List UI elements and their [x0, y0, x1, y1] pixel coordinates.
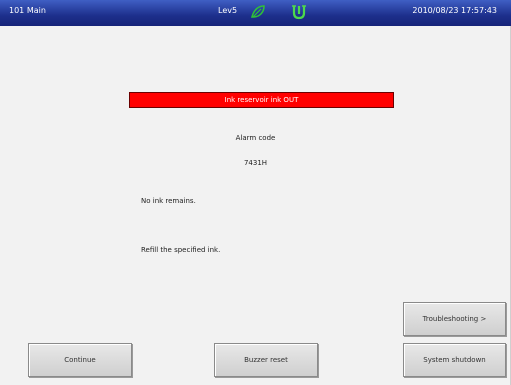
screen-title: 101 Main: [9, 6, 46, 15]
continue-button[interactable]: Continue: [28, 343, 132, 377]
header-bar: 101 Main Lev5 2010/08/23 17:57:43: [0, 0, 511, 26]
alarm-message-remedy: Refill the specified ink.: [141, 246, 221, 254]
alarm-code-label: Alarm code: [235, 134, 276, 142]
user-level: Lev5: [218, 6, 238, 15]
plug-icon: [292, 5, 306, 20]
alarm-message-cause: No ink remains.: [141, 197, 196, 205]
datetime: 2010/08/23 17:57:43: [412, 6, 497, 15]
leaf-icon: [250, 5, 265, 18]
troubleshooting-button[interactable]: Troubleshooting >: [403, 302, 506, 336]
alarm-title-banner: Ink reservoir ink OUT: [129, 92, 394, 108]
system-shutdown-button[interactable]: System shutdown: [403, 343, 506, 377]
alarm-code-value: 7431H: [243, 159, 268, 167]
buzzer-reset-button[interactable]: Buzzer reset: [214, 343, 318, 377]
alarm-screen: 101 Main Lev5 2010/08/23 17:57:43 Ink re…: [0, 0, 511, 385]
